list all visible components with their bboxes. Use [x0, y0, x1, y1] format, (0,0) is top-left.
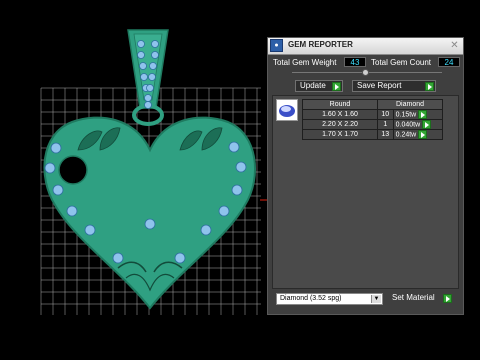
gem-count: 13	[377, 129, 394, 140]
gem-size: 1.70 X 1.70	[302, 129, 378, 140]
gem-stone	[52, 184, 64, 196]
gem-stone	[149, 62, 157, 70]
gem-stone	[139, 62, 147, 70]
total-gem-weight-label: Total Gem Weight	[273, 58, 337, 67]
set-material-go-icon[interactable]	[443, 294, 452, 303]
save-report-button-label: Save Report	[357, 81, 402, 90]
gem-stone	[137, 40, 145, 48]
gem-size: 2.20 X 2.20	[302, 119, 378, 130]
gem-stone	[66, 205, 78, 217]
gem-stone	[231, 184, 243, 196]
gem-reporter-panel: ● GEM REPORTER ✕ Total Gem Weight 43 Tot…	[267, 37, 464, 315]
gem-count: 10	[377, 109, 394, 120]
gem-size: 1.60 X 1.60	[302, 109, 378, 120]
total-gem-count-value: 24	[438, 57, 460, 67]
gem-thumbnail-icon[interactable]	[276, 99, 298, 121]
table-row[interactable]: 1.70 X 1.70 13 0.24tw	[302, 129, 444, 140]
gem-list: Round Diamond 1.60 X 1.60 10 0.15tw 2.20…	[272, 95, 459, 289]
gem-weight: 0.15tw	[392, 109, 444, 120]
total-gem-count-label: Total Gem Count	[371, 58, 432, 67]
total-gem-weight-value: 43	[344, 57, 366, 67]
slider-knob[interactable]	[362, 69, 369, 76]
gem-stone	[174, 252, 186, 264]
gem-stone	[148, 73, 156, 81]
gem-stone	[137, 51, 145, 59]
gem-stone	[144, 94, 152, 102]
material-select[interactable]: Diamond (3.52 spg) ▼	[276, 293, 383, 305]
close-icon[interactable]: ✕	[449, 40, 460, 51]
gem-stone	[84, 224, 96, 236]
table-row[interactable]: 1.60 X 1.60 10 0.15tw	[302, 109, 444, 120]
chevron-down-icon[interactable]: ▼	[371, 295, 381, 303]
gem-stone	[218, 205, 230, 217]
gem-stone	[151, 40, 159, 48]
gem-stone	[235, 161, 247, 173]
gem-weight: 0.040tw	[392, 119, 444, 130]
gem-material-header: Diamond	[377, 99, 443, 110]
gem-weight: 0.24tw	[392, 129, 444, 140]
material-select-value: Diamond (3.52 spg)	[280, 295, 342, 302]
panel-title: GEM REPORTER	[288, 40, 353, 49]
gem-stone	[151, 51, 159, 59]
update-go-icon[interactable]	[332, 82, 341, 91]
app-icon: ●	[270, 39, 283, 52]
save-report-button[interactable]: Save Report	[352, 80, 436, 92]
set-material-button[interactable]: Set Material	[388, 293, 452, 305]
gem-stone	[140, 73, 148, 81]
row-go-icon[interactable]	[418, 130, 428, 139]
row-go-icon[interactable]	[418, 110, 428, 119]
gem-stone	[228, 141, 240, 153]
gem-stone	[144, 101, 152, 109]
update-button-label: Update	[300, 81, 326, 90]
set-material-button-label: Set Material	[392, 293, 435, 302]
gem-stone	[112, 252, 124, 264]
row-go-icon[interactable]	[422, 120, 432, 129]
gem-stone	[144, 218, 156, 230]
gem-stone	[44, 162, 56, 174]
gem-stone	[146, 84, 154, 92]
table-row[interactable]: 2.20 X 2.20 1 0.040tw	[302, 119, 444, 130]
panel-titlebar[interactable]: ● GEM REPORTER ✕	[268, 38, 463, 55]
gem-table: Round Diamond 1.60 X 1.60 10 0.15tw 2.20…	[302, 99, 444, 140]
update-button[interactable]: Update	[295, 80, 343, 92]
gem-count: 1	[377, 119, 394, 130]
save-report-go-icon[interactable]	[425, 82, 434, 91]
gem-shape-header: Round	[302, 99, 378, 110]
gem-stone	[50, 142, 62, 154]
gem-stone	[200, 224, 212, 236]
